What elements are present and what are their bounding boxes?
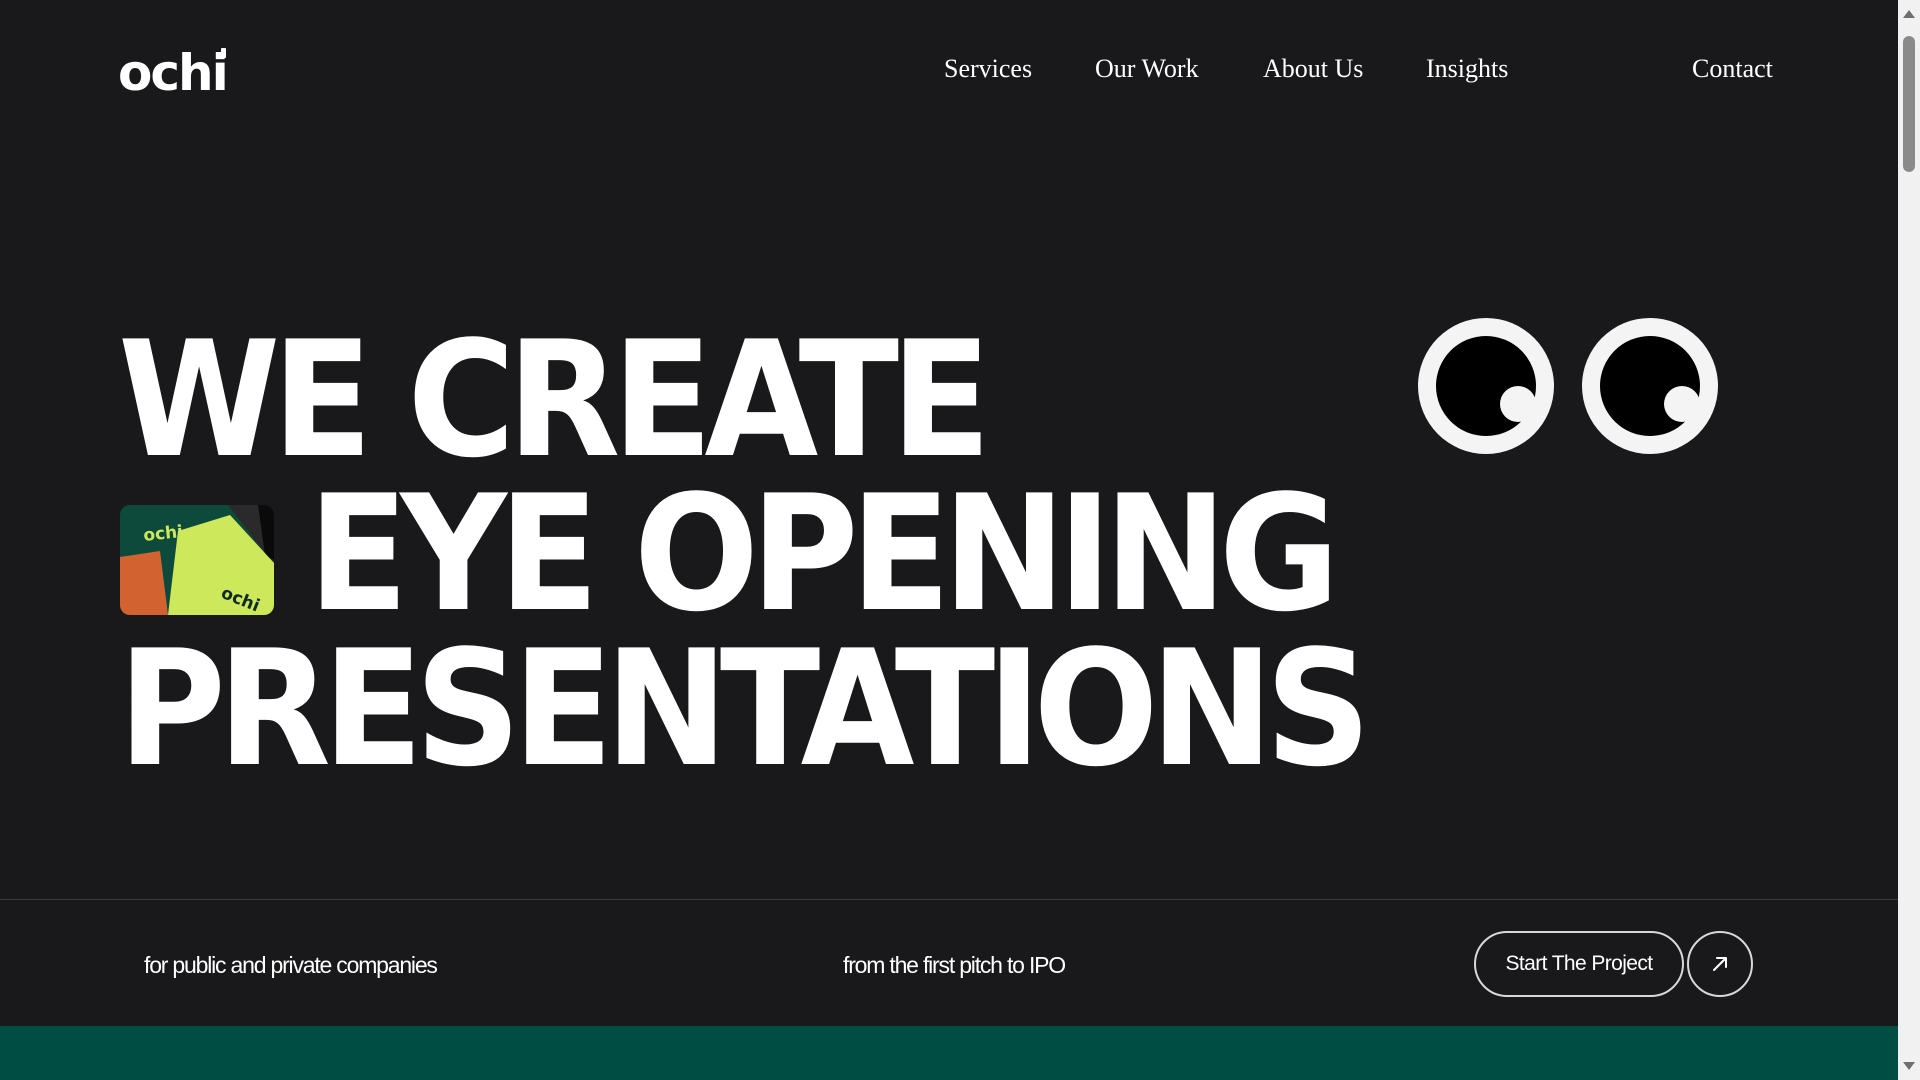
arrow-up-right-icon xyxy=(1713,957,1727,971)
nav-about-us[interactable]: About Us xyxy=(1263,52,1363,86)
page: ochi Services Our Work About Us Insights… xyxy=(0,0,1920,1080)
section-divider xyxy=(0,899,1898,900)
right-eye-iris xyxy=(1600,336,1700,436)
nav-our-work[interactable]: Our Work xyxy=(1095,52,1199,86)
right-eye-pupil xyxy=(1664,386,1700,422)
hero-line-eye-opening: EYE OPENING xyxy=(308,460,1340,647)
hero-line-we-create: WE CREATE xyxy=(118,306,991,493)
card-text-top: ochi xyxy=(142,522,184,546)
page-scrollbar[interactable] xyxy=(1898,0,1920,1080)
viewport: ochi Services Our Work About Us Insights… xyxy=(0,0,1898,1080)
scroll-down-arrow-icon[interactable] xyxy=(1903,1062,1915,1070)
next-section-green-band xyxy=(0,1026,1898,1080)
ochi-brand-card-image: ochi ochi xyxy=(120,505,274,615)
nav-contact[interactable]: Contact xyxy=(1692,52,1773,86)
tagline-companies: for public and private companies xyxy=(144,952,438,978)
left-eye-iris xyxy=(1436,336,1536,436)
nav-insights[interactable]: Insights xyxy=(1426,52,1508,86)
scroll-up-arrow-icon[interactable] xyxy=(1903,10,1915,18)
hero-thumbnail: ochi ochi xyxy=(120,505,274,615)
right-eye-icon xyxy=(1582,318,1718,454)
left-eye-icon xyxy=(1418,318,1554,454)
scroll-thumb[interactable] xyxy=(1903,36,1915,172)
start-project-button[interactable]: Start The Project xyxy=(1474,931,1684,997)
ochi-logo-icon: ochi xyxy=(118,44,229,102)
nav-services[interactable]: Services xyxy=(944,52,1032,86)
tagline-pitch-to-ipo: from the first pitch to IPO xyxy=(843,952,1066,978)
ochi-logo[interactable]: ochi xyxy=(118,44,230,102)
hero-line-presentations: PRESENTATIONS xyxy=(118,615,1371,802)
logo-tick xyxy=(221,48,226,58)
logo-text: ochi xyxy=(118,44,227,96)
left-eye-pupil xyxy=(1500,386,1536,422)
start-project-arrow-button[interactable] xyxy=(1687,931,1753,997)
